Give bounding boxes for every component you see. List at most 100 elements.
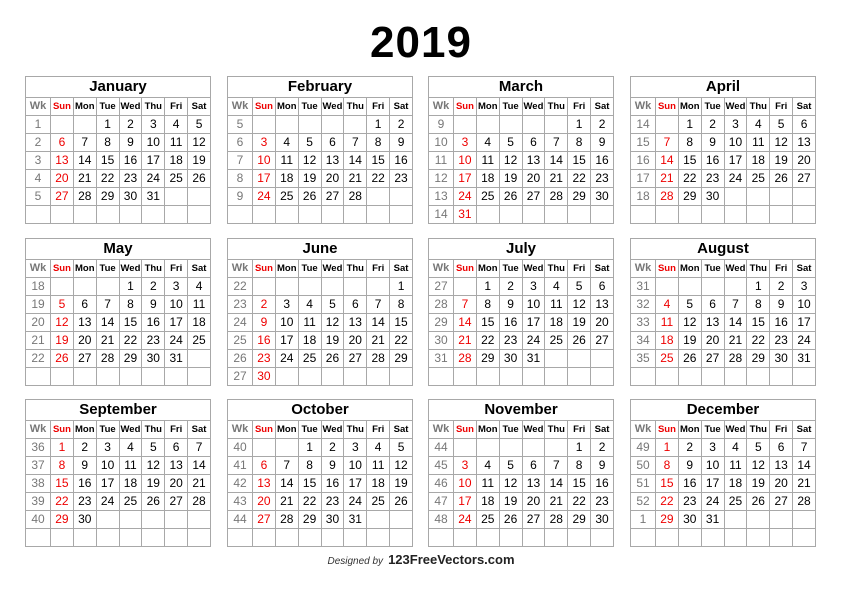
day-cell[interactable]: 8 (475, 295, 500, 314)
day-cell[interactable]: 13 (590, 295, 614, 314)
day-cell[interactable]: 31 (343, 510, 368, 529)
day-cell[interactable]: 25 (164, 169, 189, 188)
day-cell[interactable]: 15 (567, 474, 592, 493)
day-cell[interactable]: 21 (187, 474, 211, 493)
day-cell[interactable]: 1 (475, 277, 500, 296)
day-cell[interactable]: 7 (544, 133, 569, 152)
day-cell[interactable]: 25 (723, 492, 748, 511)
day-cell[interactable]: 14 (544, 151, 569, 170)
day-cell[interactable]: 15 (50, 474, 74, 493)
day-cell[interactable]: 28 (723, 349, 748, 368)
day-cell[interactable]: 18 (475, 492, 500, 511)
day-cell[interactable]: 14 (723, 313, 748, 332)
day-cell[interactable]: 8 (746, 295, 771, 314)
day-cell[interactable]: 15 (297, 474, 322, 493)
day-cell[interactable]: 29 (677, 187, 702, 206)
day-cell[interactable]: 19 (320, 331, 345, 350)
day-cell[interactable]: 26 (141, 492, 166, 511)
day-cell[interactable]: 9 (590, 456, 614, 475)
day-cell[interactable]: 2 (252, 295, 276, 314)
day-cell[interactable]: 22 (118, 331, 143, 350)
day-cell[interactable]: 10 (252, 151, 276, 170)
day-cell[interactable]: 22 (389, 331, 413, 350)
day-cell[interactable]: 30 (141, 349, 166, 368)
day-cell[interactable]: 22 (95, 169, 120, 188)
day-cell[interactable]: 2 (320, 438, 345, 457)
day-cell[interactable]: 5 (498, 133, 523, 152)
day-cell[interactable]: 25 (475, 510, 500, 529)
day-cell[interactable]: 21 (274, 492, 299, 511)
day-cell[interactable]: 2 (118, 115, 143, 134)
day-cell[interactable]: 2 (498, 277, 523, 296)
day-cell[interactable]: 25 (118, 492, 143, 511)
day-cell[interactable]: 25 (187, 331, 211, 350)
day-cell[interactable]: 13 (252, 474, 276, 493)
day-cell[interactable]: 18 (475, 169, 500, 188)
day-cell[interactable]: 24 (274, 349, 299, 368)
day-cell[interactable]: 1 (366, 115, 391, 134)
day-cell[interactable]: 7 (655, 133, 679, 152)
day-cell[interactable]: 16 (141, 313, 166, 332)
day-cell[interactable]: 20 (700, 331, 725, 350)
day-cell[interactable]: 12 (50, 313, 74, 332)
day-cell[interactable]: 20 (164, 474, 189, 493)
day-cell[interactable]: 23 (677, 492, 702, 511)
day-cell[interactable]: 26 (746, 492, 771, 511)
day-cell[interactable]: 8 (118, 295, 143, 314)
day-cell[interactable]: 9 (590, 133, 614, 152)
day-cell[interactable]: 20 (792, 151, 816, 170)
day-cell[interactable]: 31 (521, 349, 546, 368)
day-cell[interactable]: 15 (366, 151, 391, 170)
day-cell[interactable]: 2 (590, 438, 614, 457)
day-cell[interactable]: 4 (475, 133, 500, 152)
day-cell[interactable]: 31 (141, 187, 166, 206)
day-cell[interactable]: 25 (366, 492, 391, 511)
day-cell[interactable]: 14 (95, 313, 120, 332)
day-cell[interactable]: 27 (343, 349, 368, 368)
day-cell[interactable]: 3 (141, 115, 166, 134)
day-cell[interactable]: 16 (320, 474, 345, 493)
day-cell[interactable]: 19 (746, 474, 771, 493)
day-cell[interactable]: 8 (655, 456, 679, 475)
day-cell[interactable]: 14 (792, 456, 816, 475)
day-cell[interactable]: 7 (274, 456, 299, 475)
day-cell[interactable]: 5 (50, 295, 74, 314)
day-cell[interactable]: 12 (187, 133, 211, 152)
day-cell[interactable]: 22 (677, 169, 702, 188)
day-cell[interactable]: 6 (50, 133, 74, 152)
day-cell[interactable]: 17 (700, 474, 725, 493)
day-cell[interactable]: 26 (320, 349, 345, 368)
day-cell[interactable]: 24 (453, 510, 477, 529)
day-cell[interactable]: 7 (72, 133, 97, 152)
day-cell[interactable]: 13 (792, 133, 816, 152)
day-cell[interactable]: 9 (769, 295, 794, 314)
day-cell[interactable]: 26 (498, 187, 523, 206)
day-cell[interactable]: 27 (521, 187, 546, 206)
day-cell[interactable]: 27 (164, 492, 189, 511)
day-cell[interactable]: 12 (498, 474, 523, 493)
day-cell[interactable]: 14 (274, 474, 299, 493)
day-cell[interactable]: 2 (769, 277, 794, 296)
day-cell[interactable]: 30 (677, 510, 702, 529)
day-cell[interactable]: 31 (164, 349, 189, 368)
day-cell[interactable]: 20 (252, 492, 276, 511)
day-cell[interactable]: 31 (700, 510, 725, 529)
day-cell[interactable]: 13 (72, 313, 97, 332)
day-cell[interactable]: 26 (769, 169, 794, 188)
day-cell[interactable]: 19 (297, 169, 322, 188)
day-cell[interactable]: 11 (723, 456, 748, 475)
day-cell[interactable]: 1 (297, 438, 322, 457)
day-cell[interactable]: 28 (343, 187, 368, 206)
day-cell[interactable]: 5 (567, 277, 592, 296)
day-cell[interactable]: 4 (723, 438, 748, 457)
day-cell[interactable]: 8 (95, 133, 120, 152)
day-cell[interactable]: 28 (366, 349, 391, 368)
day-cell[interactable]: 11 (187, 295, 211, 314)
day-cell[interactable]: 29 (389, 349, 413, 368)
day-cell[interactable]: 8 (567, 133, 592, 152)
day-cell[interactable]: 27 (792, 169, 816, 188)
day-cell[interactable]: 8 (677, 133, 702, 152)
day-cell[interactable]: 20 (343, 331, 368, 350)
day-cell[interactable]: 12 (320, 313, 345, 332)
day-cell[interactable]: 3 (723, 115, 748, 134)
